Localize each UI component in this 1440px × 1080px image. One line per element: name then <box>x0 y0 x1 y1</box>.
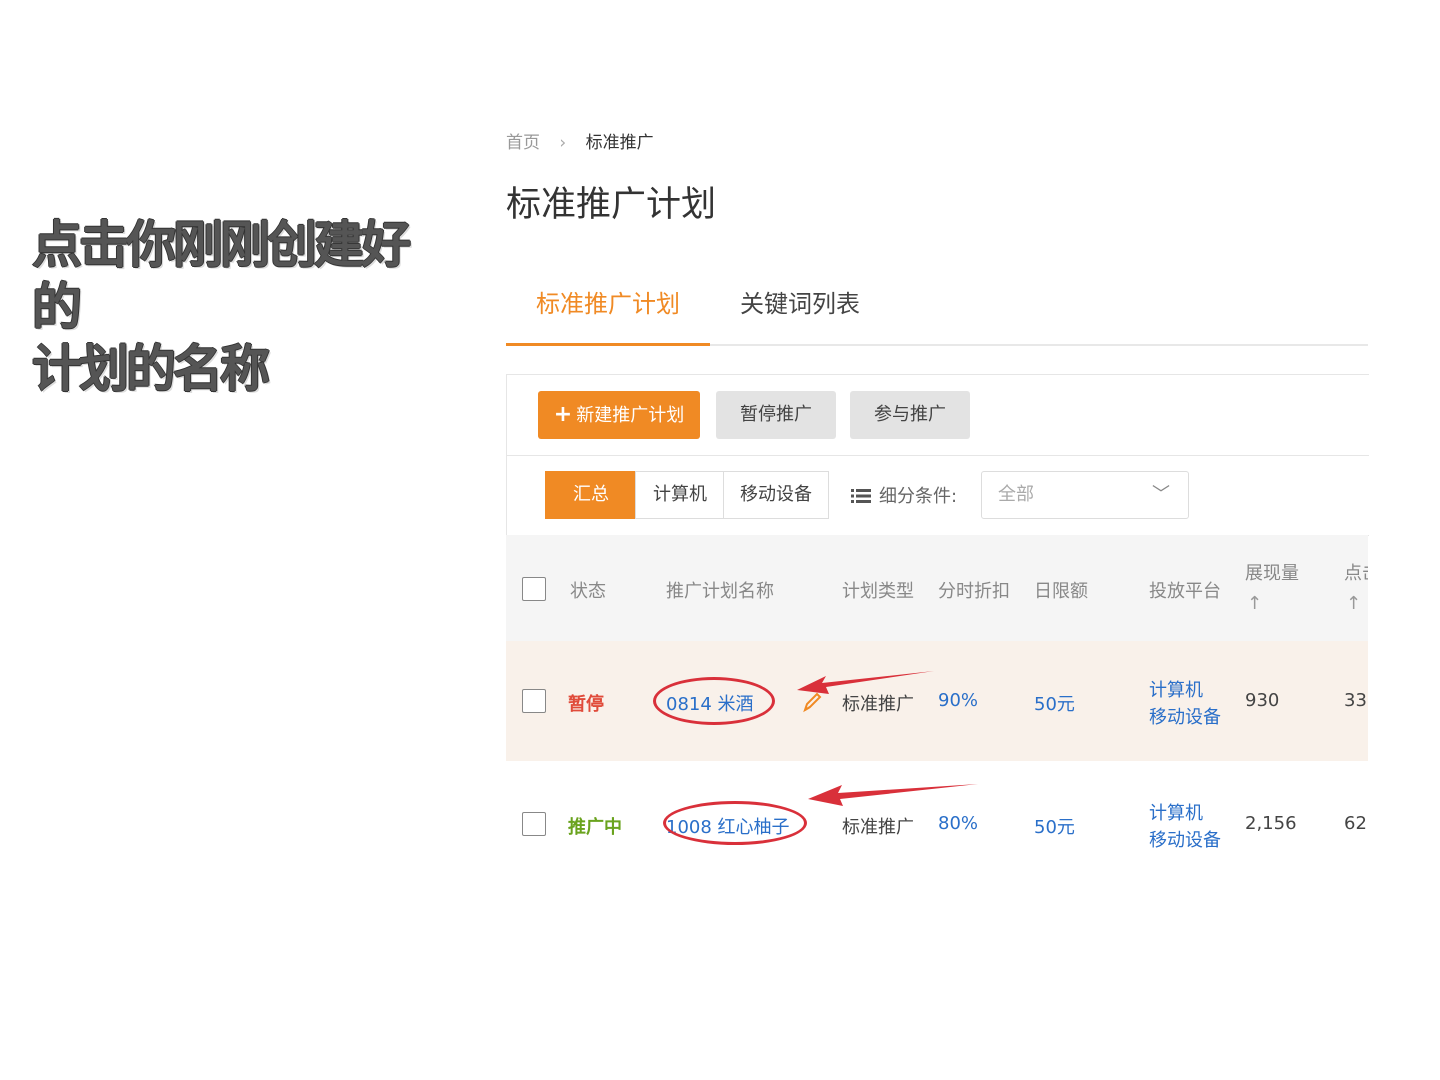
row-checkbox[interactable] <box>522 812 546 836</box>
annotation-circle <box>663 801 807 845</box>
breadcrumb-current: 标准推广 <box>585 133 654 153</box>
header-clicks[interactable]: 点击 <box>1344 559 1368 585</box>
sort-arrow-icon[interactable]: ↑ <box>1346 593 1361 614</box>
new-plan-label: 新建推广计划 <box>576 405 685 426</box>
header-impressions[interactable]: 展现量 <box>1245 559 1299 585</box>
impressions-value: 930 <box>1245 690 1280 711</box>
time-discount-link[interactable]: 80% <box>938 813 978 834</box>
header-platform: 投放平台 <box>1149 581 1221 602</box>
time-discount-link[interactable]: 90% <box>938 690 978 711</box>
new-plan-button[interactable]: + 新建推广计划 <box>538 391 700 439</box>
header-daily-budget: 日限额 <box>1034 581 1088 602</box>
platform-mobile-link[interactable]: 移动设备 <box>1149 703 1221 729</box>
table-row: 推广中 1008 红心柚子 标准推广 80% 50元 计算机 移动设备 2,15… <box>506 761 1368 885</box>
daily-budget-link[interactable]: 50元 <box>1034 813 1075 839</box>
filter-select[interactable]: 全部 ﹀ <box>981 471 1189 519</box>
clicks-value: 62 <box>1344 813 1367 834</box>
header-time-discount: 分时折扣 <box>938 581 1010 602</box>
plan-table: 状态 推广计划名称 计划类型 分时折扣 日限额 投放平台 展现量 ↑ 点击 ↑ … <box>506 535 1368 895</box>
daily-budget-link[interactable]: 50元 <box>1034 690 1075 716</box>
status-badge: 暂停 <box>568 694 604 715</box>
platform-pc-link[interactable]: 计算机 <box>1149 799 1203 825</box>
tab-standard-plan[interactable]: 标准推广计划 <box>536 284 680 319</box>
tab-keyword-list[interactable]: 关键词列表 <box>740 284 860 319</box>
segment-pc[interactable]: 计算机 <box>635 471 725 519</box>
tab-bar: 标准推广计划 关键词列表 <box>506 270 1368 346</box>
filter-select-value: 全部 <box>998 484 1034 505</box>
clicks-value: 33 <box>1344 690 1367 711</box>
platform-mobile-link[interactable]: 移动设备 <box>1149 826 1221 852</box>
toolbar: + 新建推广计划 暂停推广 参与推广 <box>507 375 1369 456</box>
page-title: 标准推广计划 <box>506 185 717 225</box>
edit-pencil-icon[interactable] <box>802 691 822 713</box>
sort-arrow-icon[interactable]: ↑ <box>1247 593 1262 614</box>
breadcrumb: 首页 › 标准推广 <box>506 128 654 153</box>
instruction-caption: 点击你刚刚创建好的 计划的名称 <box>32 214 452 400</box>
filter-label: 细分条件: <box>851 482 957 508</box>
instruction-line-1: 点击你刚刚创建好的 <box>32 216 411 336</box>
row-checkbox[interactable] <box>522 689 546 713</box>
annotation-circle <box>653 677 775 725</box>
header-status: 状态 <box>570 581 606 602</box>
platform-pc-link[interactable]: 计算机 <box>1149 676 1203 702</box>
header-plan-name: 推广计划名称 <box>666 581 774 602</box>
active-tab-indicator <box>506 343 710 346</box>
filter-label-text: 细分条件: <box>879 486 958 507</box>
table-header: 状态 推广计划名称 计划类型 分时折扣 日限额 投放平台 展现量 ↑ 点击 ↑ <box>506 535 1368 641</box>
select-all-checkbox[interactable] <box>522 577 546 601</box>
chevron-down-icon: ﹀ <box>1152 484 1170 505</box>
join-button[interactable]: 参与推广 <box>850 391 970 439</box>
plan-panel: + 新建推广计划 暂停推广 参与推广 汇总 计算机 移动设备 细分条件: 全部 ﹀ <box>506 374 1369 536</box>
breadcrumb-separator-icon: › <box>559 133 567 153</box>
plan-type: 标准推广 <box>842 694 914 715</box>
plus-icon: + <box>553 402 573 427</box>
table-row: 暂停 0814 米酒 标准推广 90% 50元 计算机 移动设备 930 33 <box>506 641 1368 761</box>
pause-button[interactable]: 暂停推广 <box>716 391 836 439</box>
segment-all[interactable]: 汇总 <box>545 471 637 519</box>
impressions-value: 2,156 <box>1245 813 1297 834</box>
list-icon <box>851 489 871 503</box>
instruction-line-2: 计划的名称 <box>32 340 270 398</box>
status-badge: 推广中 <box>568 817 622 838</box>
segment-mobile[interactable]: 移动设备 <box>723 471 829 519</box>
breadcrumb-home[interactable]: 首页 <box>506 133 540 153</box>
plan-type: 标准推广 <box>842 817 914 838</box>
header-plan-type: 计划类型 <box>842 581 914 602</box>
